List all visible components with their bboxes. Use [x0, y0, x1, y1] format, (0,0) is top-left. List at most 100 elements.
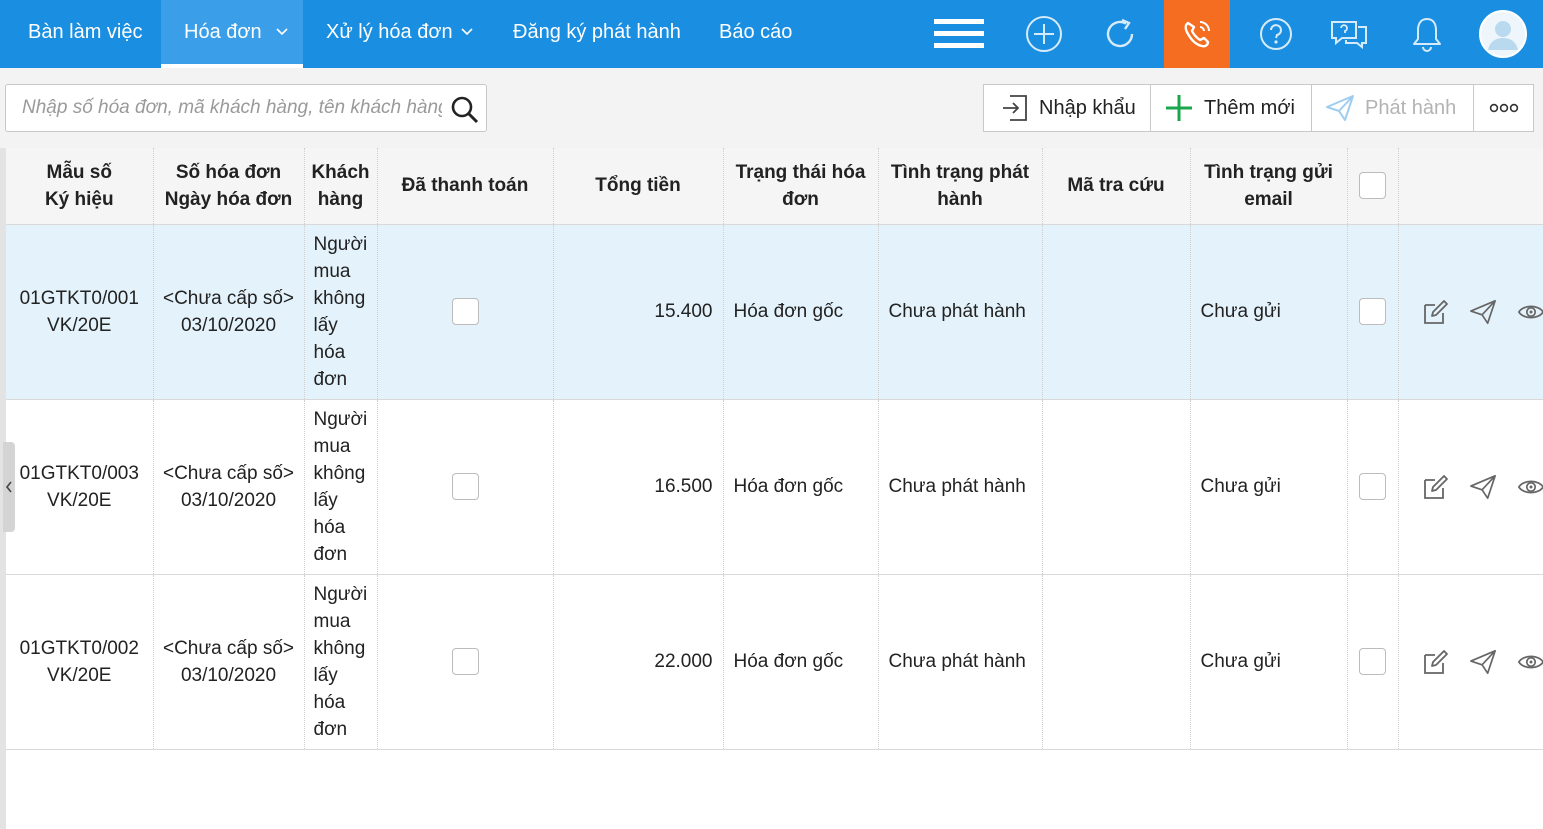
- invoice-table: Mẫu số Ký hiệu Số hóa đơn Ngày hóa đơn K…: [6, 148, 1543, 750]
- help-icon[interactable]: [1243, 0, 1309, 68]
- cell-number: <Chưa cấp số> 03/10/2020: [153, 399, 305, 574]
- view-icon[interactable]: [1517, 298, 1543, 326]
- cell-select: [1347, 224, 1399, 399]
- nav-item-reports[interactable]: Báo cáo: [697, 0, 817, 68]
- nav-item-invoice-processing[interactable]: Xử lý hóa đơn: [303, 0, 487, 68]
- chevron-down-icon: [276, 28, 288, 36]
- cell-number: <Chưa cấp số> 03/10/2020: [153, 224, 305, 399]
- nav-item-workspace[interactable]: Bàn làm việc: [0, 0, 161, 68]
- cell-total: 15.400: [553, 224, 724, 399]
- add-new-button[interactable]: Thêm mới: [1150, 84, 1312, 132]
- bell-icon[interactable]: [1394, 0, 1460, 68]
- column-header-issue-status[interactable]: Tình trạng phát hành: [878, 148, 1043, 225]
- search-input[interactable]: [22, 85, 442, 131]
- phone-support-icon[interactable]: [1164, 0, 1230, 68]
- column-header-paid[interactable]: Đã thanh toán: [377, 148, 554, 225]
- column-header-select-all: [1347, 148, 1399, 225]
- nav-item-label: Bàn làm việc: [28, 21, 143, 43]
- send-icon[interactable]: [1469, 298, 1497, 326]
- cell-issue-status: Chưa phát hành: [878, 399, 1043, 574]
- plus-icon: [1164, 93, 1194, 123]
- add-new-label: Thêm mới: [1204, 96, 1295, 119]
- row-select-checkbox[interactable]: [1359, 648, 1386, 676]
- user-avatar-icon[interactable]: [1470, 0, 1536, 68]
- hamburger-menu-icon[interactable]: [926, 0, 992, 68]
- cell-invoice-status: Hóa đơn gốc: [723, 574, 879, 749]
- chat-icon[interactable]: [1316, 0, 1382, 68]
- edit-icon[interactable]: [1421, 298, 1449, 326]
- paid-checkbox[interactable]: [451, 298, 479, 326]
- import-icon: [1001, 93, 1029, 123]
- cell-total: 22.000: [553, 574, 724, 749]
- nav-item-label: Báo cáo: [719, 21, 793, 43]
- top-nav-bar: Bàn làm việc Hóa đơn Xử lý hóa đơn Đăng …: [0, 0, 1543, 68]
- cell-invoice-status: Hóa đơn gốc: [723, 399, 879, 574]
- nav-item-label: Hóa đơn: [184, 21, 262, 43]
- send-icon[interactable]: [1469, 473, 1497, 501]
- column-header-actions: [1398, 148, 1543, 225]
- column-header-customer[interactable]: Khách hàng: [304, 148, 378, 225]
- edit-icon[interactable]: [1421, 473, 1449, 501]
- cell-actions: [1398, 574, 1543, 749]
- column-header-template[interactable]: Mẫu số Ký hiệu: [6, 148, 154, 225]
- column-header-email-status[interactable]: Tình trạng gửi email: [1190, 148, 1348, 225]
- toolbar: Nhập khẩu Thêm mới Phát hành: [0, 68, 1543, 148]
- add-circle-icon[interactable]: [1011, 0, 1077, 68]
- table-row[interactable]: 01GTKT0/001 VK/20E <Chưa cấp số> 03/10/2020…: [6, 224, 1543, 399]
- paid-checkbox[interactable]: [451, 473, 479, 501]
- cell-select: [1347, 399, 1399, 574]
- search-icon[interactable]: [450, 95, 480, 125]
- nav-item-invoices[interactable]: Hóa đơn: [161, 0, 303, 68]
- nav-item-label: Đăng ký phát hành: [513, 21, 681, 43]
- cell-issue-status: Chưa phát hành: [878, 224, 1043, 399]
- cell-customer: Người mua không lấy hóa đơn: [304, 224, 378, 399]
- cell-customer: Người mua không lấy hóa đơn: [304, 399, 378, 574]
- row-select-checkbox[interactable]: [1359, 298, 1386, 326]
- cell-actions: [1398, 224, 1543, 399]
- import-label: Nhập khẩu: [1039, 96, 1136, 119]
- cell-email-status: Chưa gửi: [1190, 224, 1348, 399]
- import-button[interactable]: Nhập khẩu: [983, 84, 1151, 132]
- cell-template: 01GTKT0/002 VK/20E: [6, 574, 154, 749]
- view-icon[interactable]: [1517, 473, 1543, 501]
- table-row[interactable]: 01GTKT0/003 VK/20E <Chưa cấp số> 03/10/2020…: [6, 399, 1543, 574]
- issue-button[interactable]: Phát hành: [1311, 84, 1474, 132]
- invoice-table-body: 01GTKT0/001 VK/20E <Chưa cấp số> 03/10/2020…: [6, 224, 1543, 749]
- paid-checkbox[interactable]: [451, 648, 479, 676]
- cell-template: 01GTKT0/001 VK/20E: [6, 224, 154, 399]
- cell-template: 01GTKT0/003 VK/20E: [6, 399, 154, 574]
- cell-email-status: Chưa gửi: [1190, 399, 1348, 574]
- nav-item-label: Xử lý hóa đơn: [326, 21, 453, 43]
- cell-total: 16.500: [553, 399, 724, 574]
- edit-icon[interactable]: [1421, 648, 1449, 676]
- chevron-down-icon: [461, 28, 473, 36]
- send-icon[interactable]: [1469, 648, 1497, 676]
- column-header-invoice-status[interactable]: Trạng thái hóa đơn: [723, 148, 879, 225]
- cell-email-status: Chưa gửi: [1190, 574, 1348, 749]
- search-box: [5, 84, 487, 132]
- cell-paid: [377, 399, 554, 574]
- cell-customer: Người mua không lấy hóa đơn: [304, 574, 378, 749]
- issue-label: Phát hành: [1365, 96, 1457, 119]
- cell-issue-status: Chưa phát hành: [878, 574, 1043, 749]
- column-header-number[interactable]: Số hóa đơn Ngày hóa đơn: [153, 148, 305, 225]
- invoice-table-container: Mẫu số Ký hiệu Số hóa đơn Ngày hóa đơn K…: [6, 148, 1543, 829]
- select-all-checkbox[interactable]: [1359, 172, 1386, 200]
- refresh-icon[interactable]: [1087, 0, 1153, 68]
- view-icon[interactable]: [1517, 648, 1543, 676]
- table-header-row: Mẫu số Ký hiệu Số hóa đơn Ngày hóa đơn K…: [6, 148, 1543, 225]
- cell-lookup-code: [1042, 224, 1191, 399]
- column-header-total[interactable]: Tổng tiền: [553, 148, 724, 225]
- row-select-checkbox[interactable]: [1359, 473, 1386, 501]
- cell-actions: [1398, 399, 1543, 574]
- more-options-button[interactable]: [1473, 84, 1534, 132]
- column-header-lookup-code[interactable]: Mã tra cứu: [1042, 148, 1191, 225]
- table-row[interactable]: 01GTKT0/002 VK/20E <Chưa cấp số> 03/10/2020…: [6, 574, 1543, 749]
- cell-lookup-code: [1042, 399, 1191, 574]
- cell-lookup-code: [1042, 574, 1191, 749]
- cell-paid: [377, 224, 554, 399]
- cell-select: [1347, 574, 1399, 749]
- nav-item-issuance-registration[interactable]: Đăng ký phát hành: [487, 0, 687, 68]
- more-dots-icon: [1489, 103, 1518, 113]
- cell-number: <Chưa cấp số> 03/10/2020: [153, 574, 305, 749]
